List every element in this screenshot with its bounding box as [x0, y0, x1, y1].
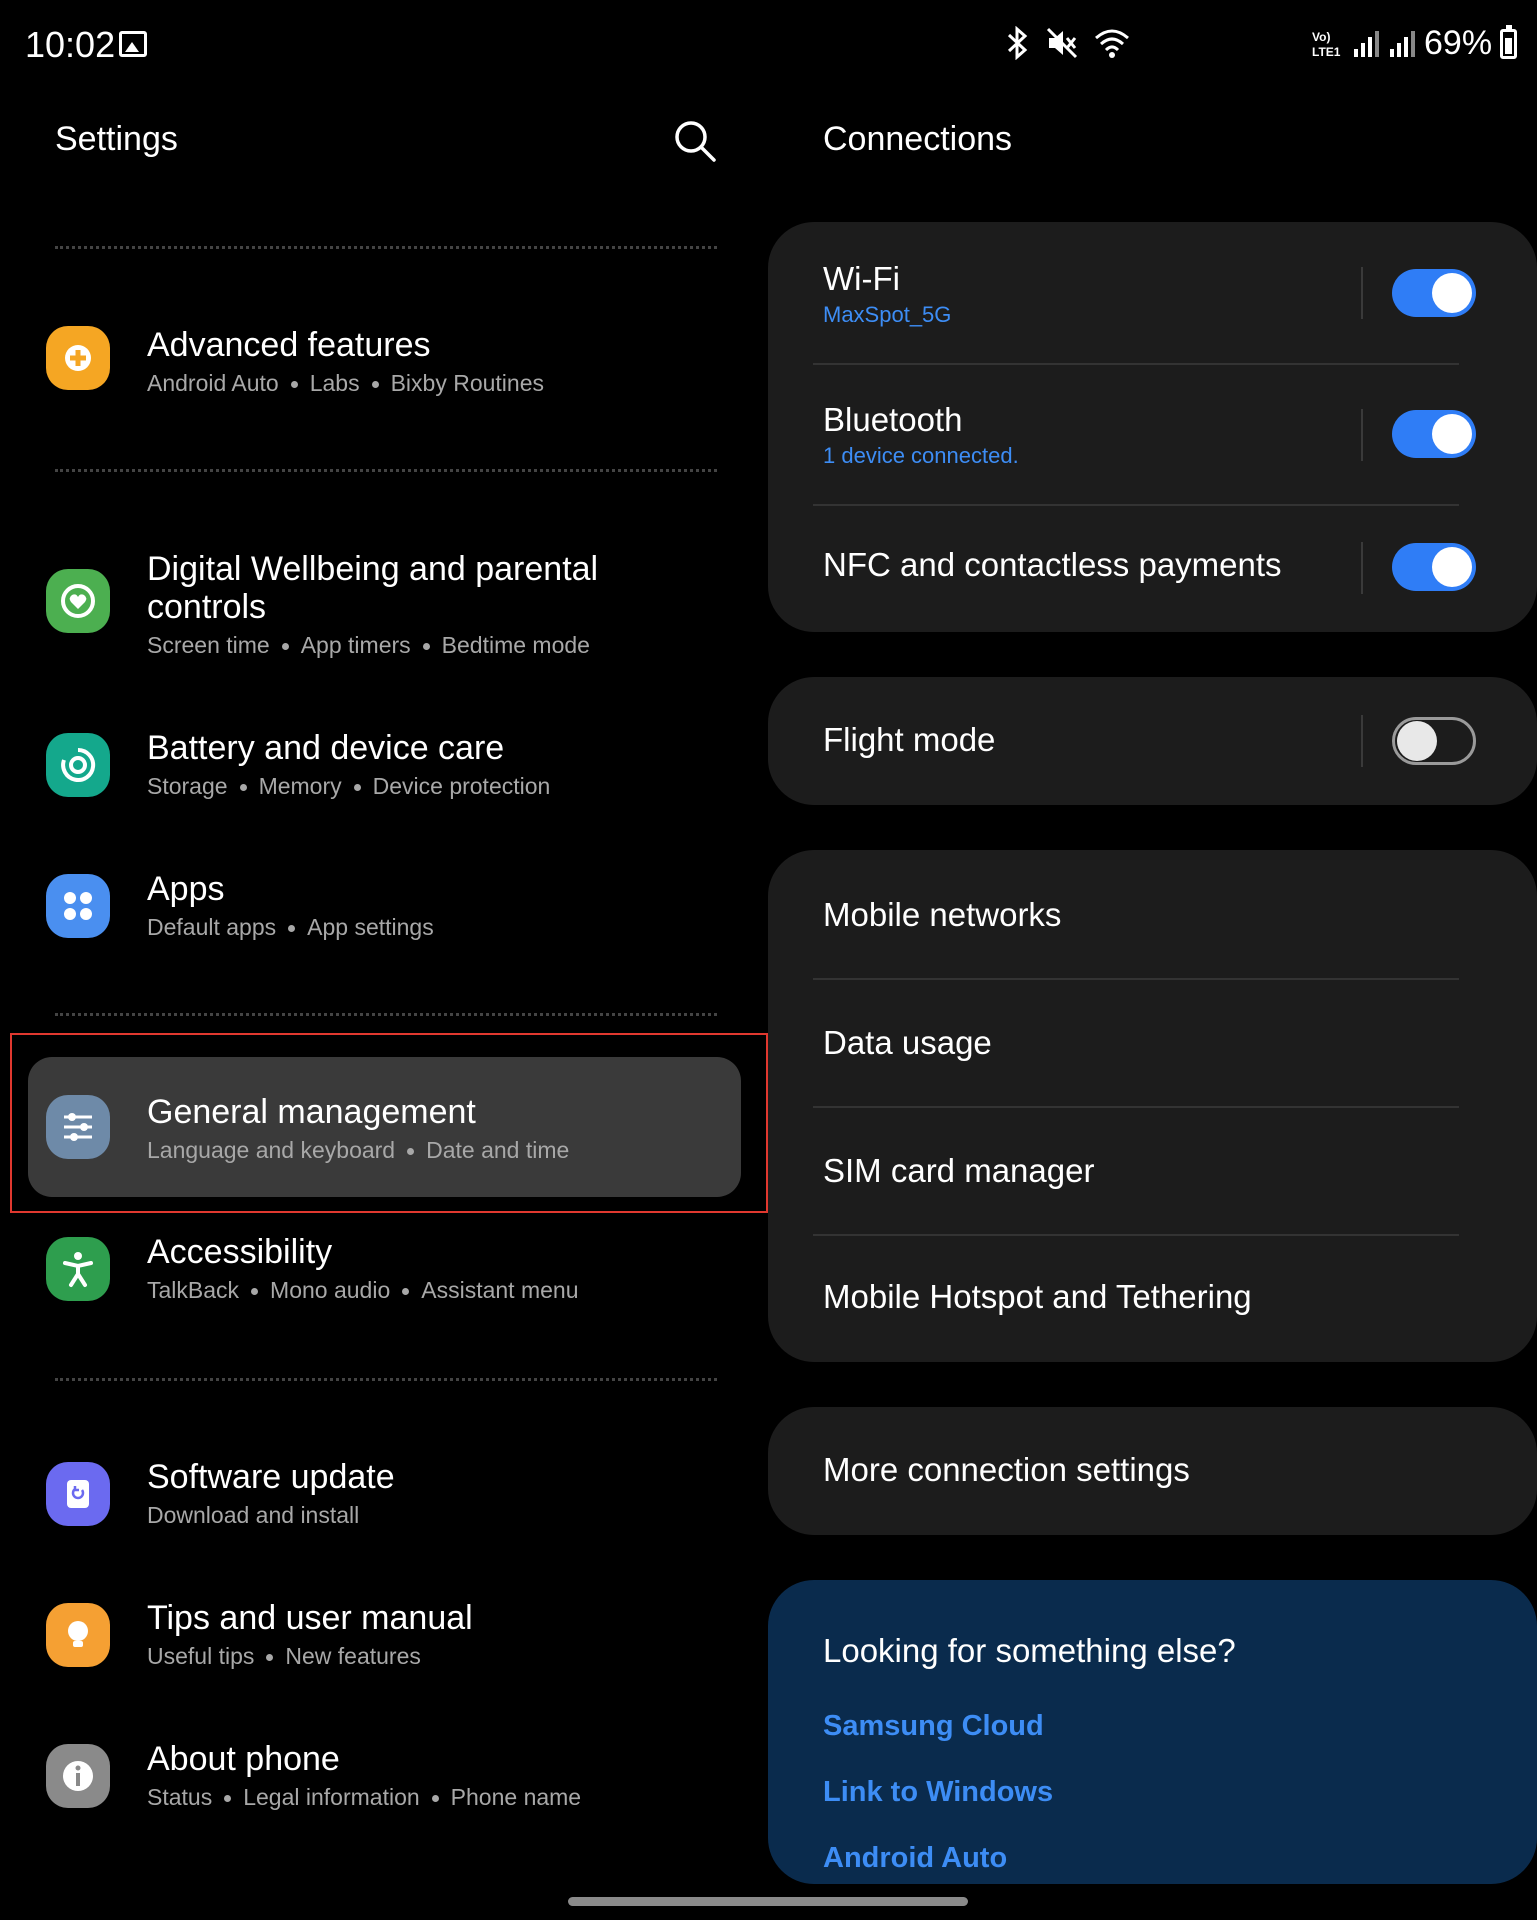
mute-icon	[1046, 27, 1078, 59]
general-management-icon	[46, 1095, 110, 1159]
separator	[1361, 409, 1363, 461]
wifi-icon	[1095, 29, 1129, 58]
nfc-row[interactable]: NFC and contactless payments	[768, 506, 1537, 632]
menu-item-tips[interactable]: Tips and user manual Useful tips New feat…	[28, 1595, 741, 1683]
tips-icon	[46, 1603, 110, 1667]
menu-title: Tips and user manual	[147, 1599, 473, 1637]
wifi-network-name: MaxSpot_5G	[823, 302, 952, 327]
separator	[1361, 267, 1363, 319]
network-battery-group: Vo) LTE1 69%	[1310, 24, 1518, 63]
menu-item-accessibility[interactable]: Accessibility TalkBack Mono audio Assistan…	[28, 1233, 741, 1321]
menu-item-advanced-features[interactable]: Advanced features Android Auto Labs Bixby …	[28, 318, 741, 406]
menu-title: About phone	[147, 1740, 340, 1778]
menu-subtitle: Status Legal information Phone name	[147, 1784, 582, 1810]
connections-card-toggles: Wi-Fi MaxSpot_5G Bluetooth 1 device conn…	[768, 222, 1537, 632]
svg-text:LTE1: LTE1	[1312, 45, 1341, 59]
battery-icon	[1500, 24, 1518, 59]
apps-icon	[46, 874, 110, 938]
about-phone-icon	[46, 1744, 110, 1808]
menu-subtitle: Default apps App settings	[147, 914, 434, 940]
nfc-toggle[interactable]	[1392, 543, 1476, 591]
hotspot-label: Mobile Hotspot and Tethering	[823, 1278, 1252, 1315]
bluetooth-toggle[interactable]	[1392, 410, 1476, 458]
menu-item-digital-wellbeing[interactable]: Digital Wellbeing and parental controls …	[28, 545, 741, 665]
search-icon[interactable]	[671, 117, 719, 165]
menu-item-software-update[interactable]: Software update Download and install	[28, 1454, 741, 1542]
bluetooth-label: Bluetooth	[823, 401, 963, 438]
divider	[55, 469, 717, 472]
menu-subtitle: Storage Memory Device protection	[147, 773, 551, 799]
bluetooth-icon	[1007, 26, 1028, 60]
menu-subtitle: Download and install	[147, 1502, 360, 1528]
flight-mode-label: Flight mode	[823, 721, 996, 758]
more-connection-settings-label: More connection settings	[823, 1451, 1190, 1488]
menu-title: Digital Wellbeing and parental controls	[147, 550, 599, 626]
toggle-knob	[1432, 414, 1472, 454]
signal-icon-1	[1354, 30, 1379, 57]
menu-title: Battery and device care	[147, 729, 505, 767]
menu-title: Advanced features	[147, 326, 431, 364]
menu-subtitle: Android Auto Labs Bixby Routines	[147, 370, 545, 396]
battery-percent: 69%	[1424, 24, 1493, 62]
toggle-knob	[1397, 721, 1437, 761]
sim-manager-label: SIM card manager	[823, 1152, 1095, 1189]
toggle-knob	[1432, 273, 1472, 313]
divider	[55, 246, 717, 249]
help-title: Looking for something else?	[823, 1632, 1236, 1669]
wifi-label: Wi-Fi	[823, 260, 900, 297]
connections-title: Connections	[823, 120, 1013, 158]
menu-item-battery-care[interactable]: Battery and device care Storage Memory Dev…	[28, 725, 741, 813]
status-time: 10:02	[25, 24, 116, 65]
menu-item-about-phone[interactable]: About phone Status Legal information Phone…	[28, 1736, 741, 1824]
hotspot-row[interactable]: Mobile Hotspot and Tethering	[768, 1236, 1537, 1362]
mobile-networks-label: Mobile networks	[823, 896, 1062, 933]
wifi-toggle[interactable]	[1392, 269, 1476, 317]
data-usage-label: Data usage	[823, 1024, 992, 1061]
settings-title: Settings	[55, 120, 178, 158]
software-update-icon	[46, 1462, 110, 1526]
menu-subtitle: TalkBack Mono audio Assistant menu	[147, 1277, 579, 1303]
divider	[55, 1013, 717, 1016]
digital-wellbeing-icon	[46, 569, 110, 633]
menu-subtitle: Useful tips New features	[147, 1643, 421, 1669]
menu-title: General management	[147, 1093, 476, 1131]
bluetooth-row[interactable]: Bluetooth 1 device connected.	[768, 365, 1537, 505]
menu-subtitle: Screen time App timers Bedtime mode	[147, 632, 590, 658]
battery-care-icon	[46, 733, 110, 797]
separator	[1361, 542, 1363, 594]
gallery-notification-icon	[119, 31, 147, 57]
wifi-row[interactable]: Wi-Fi MaxSpot_5G	[768, 222, 1537, 364]
more-connection-settings[interactable]: More connection settings	[768, 1407, 1537, 1535]
home-indicator[interactable]	[568, 1897, 968, 1906]
data-usage-row[interactable]: Data usage	[768, 980, 1537, 1106]
menu-title: Accessibility	[147, 1233, 333, 1271]
android-auto-link[interactable]: Android Auto	[823, 1842, 1007, 1875]
looking-for-something-else-card: Looking for something else? Samsung Clou…	[768, 1580, 1537, 1884]
signal-icon-2	[1390, 30, 1415, 57]
divider	[55, 1378, 717, 1381]
svg-text:Vo): Vo)	[1312, 30, 1330, 44]
nfc-label: NFC and contactless payments	[823, 546, 1282, 583]
toggle-knob	[1432, 547, 1472, 587]
status-bar: 10:02 Vo) LTE1 69%	[0, 0, 1537, 90]
menu-title: Software update	[147, 1458, 395, 1496]
network-options-card: Mobile networks Data usage SIM card mana…	[768, 850, 1537, 1362]
volte-icon: Vo)LTE1	[1312, 30, 1341, 59]
menu-title: Apps	[147, 870, 225, 908]
accessibility-icon	[46, 1237, 110, 1301]
mobile-networks-row[interactable]: Mobile networks	[768, 850, 1537, 978]
flight-mode-card[interactable]: Flight mode	[768, 677, 1537, 805]
menu-item-general-management[interactable]: General management Language and keyboard…	[28, 1057, 741, 1197]
advanced-features-icon	[46, 326, 110, 390]
menu-subtitle: Language and keyboard Date and time	[147, 1137, 570, 1163]
sim-manager-row[interactable]: SIM card manager	[768, 1108, 1537, 1234]
menu-item-apps[interactable]: Apps Default apps App settings	[28, 866, 741, 954]
link-to-windows-link[interactable]: Link to Windows	[823, 1776, 1053, 1809]
samsung-cloud-link[interactable]: Samsung Cloud	[823, 1710, 1044, 1743]
bluetooth-status: 1 device connected.	[823, 443, 1019, 468]
status-icons	[1003, 26, 1131, 60]
flight-mode-toggle[interactable]	[1392, 717, 1476, 765]
separator	[1361, 715, 1363, 767]
